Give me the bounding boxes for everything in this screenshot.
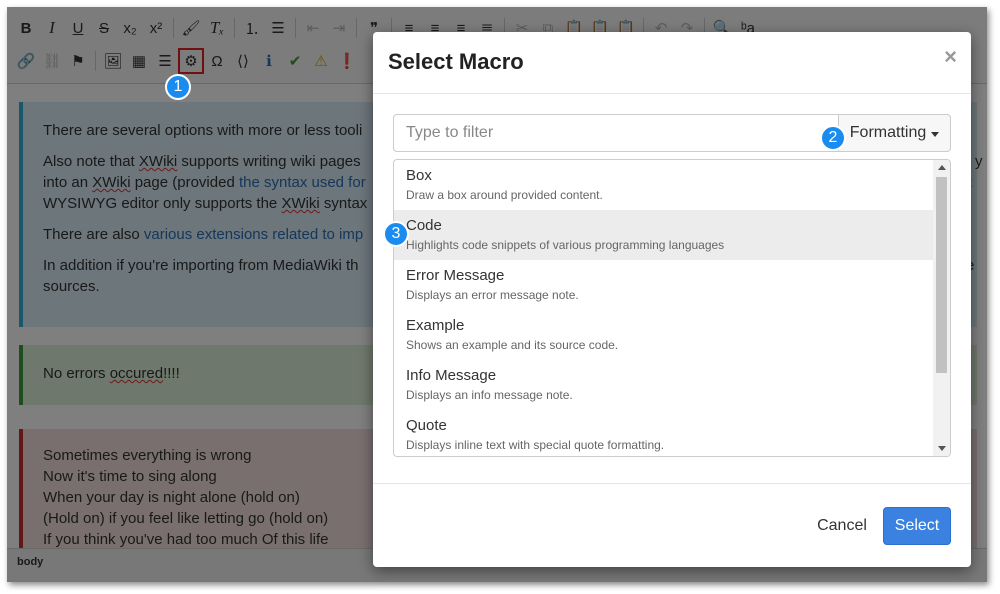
macro-list[interactable]: Quote Displays inline text with special q… xyxy=(393,159,951,457)
macro-list-item[interactable]: Quote Displays inline text with special q… xyxy=(394,410,933,456)
dialog-header: Select Macro × xyxy=(373,32,971,94)
macro-name: Box xyxy=(406,167,432,184)
macro-name: Info Message xyxy=(406,367,497,384)
macro-description: Highlights code snippets of various prog… xyxy=(406,238,725,252)
macro-name: Error Message xyxy=(406,267,505,284)
macro-description: Displays inline text with special quote … xyxy=(406,438,665,452)
close-icon[interactable]: × xyxy=(944,44,957,70)
dialog-footer xyxy=(373,483,971,568)
macro-list-item[interactable]: Error Message Displays an error message n… xyxy=(394,260,933,310)
macro-list-item[interactable]: Code Highlights code snippets of various … xyxy=(394,210,933,260)
list-scrollbar[interactable] xyxy=(933,160,950,456)
category-label: Formatting xyxy=(849,124,927,141)
macro-description: Displays an info message note. xyxy=(406,388,573,402)
callout-badge-1: 1 xyxy=(165,74,191,100)
scrollbar-thumb[interactable] xyxy=(936,177,947,373)
macro-name: Code xyxy=(406,217,442,234)
macro-filter-input[interactable] xyxy=(393,114,840,152)
cancel-button[interactable]: Cancel xyxy=(807,507,877,545)
macro-name: Quote xyxy=(406,417,447,434)
macro-list-item[interactable]: Info Message Displays an info message not… xyxy=(394,360,933,410)
macro-description: Shows an example and its source code. xyxy=(406,338,619,352)
select-macro-dialog: Select Macro × Formatting Quote Displays … xyxy=(373,32,971,567)
select-button[interactable]: Select xyxy=(883,507,951,545)
dialog-title: Select Macro xyxy=(388,49,524,74)
macro-list-item[interactable]: Box Draw a box around provided content. xyxy=(394,160,933,210)
scroll-up-arrow-icon[interactable] xyxy=(938,165,946,170)
category-dropdown[interactable]: Formatting xyxy=(838,114,951,152)
macro-list-item[interactable]: Example Shows an example and its source c… xyxy=(394,310,933,360)
caret-down-icon xyxy=(931,131,940,137)
macro-description: Draw a box around provided content. xyxy=(406,188,603,202)
callout-badge-3: 3 xyxy=(383,221,409,247)
macro-description: Displays an error message note. xyxy=(406,288,579,302)
macro-name: Example xyxy=(406,317,465,334)
callout-badge-2: 2 xyxy=(820,125,846,151)
scroll-down-arrow-icon[interactable] xyxy=(938,446,946,451)
